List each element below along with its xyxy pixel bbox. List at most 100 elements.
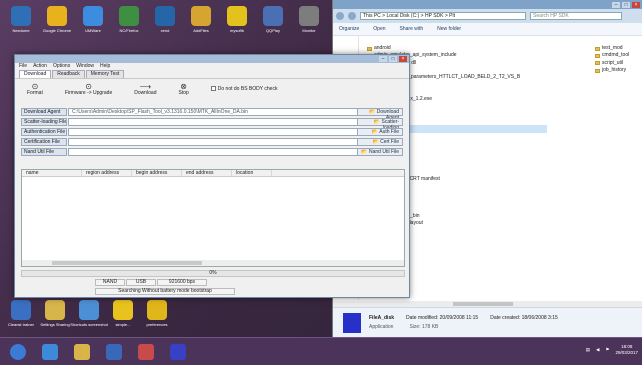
smiley-icon <box>227 6 247 26</box>
field-browse-button[interactable]: 📂 Auth File <box>357 128 403 136</box>
toolbar-label: Stop <box>178 89 189 96</box>
column-header[interactable]: begin address <box>132 170 182 176</box>
start-orb-icon <box>10 343 26 360</box>
field-browse-button[interactable]: 📂 Scatter-loading <box>357 118 403 131</box>
list-item[interactable]: test_mod <box>595 45 641 52</box>
maximize-button[interactable]: □ <box>389 56 397 62</box>
explorer-toolbar-item[interactable]: Organize <box>339 26 359 32</box>
umware-icon <box>83 6 103 26</box>
field-value[interactable] <box>68 138 360 146</box>
scrollbar-thumb[interactable] <box>52 261 202 265</box>
field-browse-button[interactable]: 📂 Download Agent <box>357 108 403 121</box>
file-field-row: Authentication File <box>21 128 360 136</box>
desktop-icon[interactable]: Nexdome <box>2 6 40 48</box>
field-value[interactable] <box>68 118 360 126</box>
menu-item[interactable]: Options <box>53 63 70 70</box>
minimize-button[interactable]: – <box>612 1 620 8</box>
file-name: test_mod <box>602 45 623 51</box>
desktop-icon[interactable]: UMWare <box>74 6 112 48</box>
forward-icon[interactable] <box>348 12 356 20</box>
taskbar-button[interactable] <box>36 340 64 364</box>
column-header[interactable]: end address <box>182 170 232 176</box>
desktop-icon[interactable]: QQPlay <box>254 6 292 48</box>
flag-icon[interactable]: ⚑ <box>605 347 609 353</box>
list-item[interactable]: android <box>367 45 547 52</box>
menu-bar: File Action Options Window Help <box>15 63 409 70</box>
details-pane: FileA_disk Date modified: 20/09/2008 11:… <box>333 307 642 337</box>
desktop-icon[interactable]: NC/Firefox <box>110 6 148 48</box>
field-value[interactable] <box>68 128 360 136</box>
column-header[interactable]: location <box>232 170 272 176</box>
checkbox[interactable] <box>210 85 216 91</box>
file-icon <box>595 46 600 51</box>
toolbar-button[interactable]: ⊙ Firmware -> Upgrade <box>65 82 112 96</box>
desktop-icon[interactable]: preferences <box>138 300 176 342</box>
explorer-toolbar-item[interactable]: New folder <box>437 26 461 32</box>
field-value[interactable]: C:\Users\Admin\Desktop\SP_Flash_Tool_v3.… <box>68 108 360 116</box>
desktop-icon[interactable]: Settings Sharing <box>36 300 74 342</box>
desktop-icon-label: preferences <box>146 322 168 327</box>
taskbar-button[interactable] <box>132 340 160 364</box>
close-button[interactable]: × <box>632 1 640 8</box>
desktop-icon[interactable]: Google Chrome <box>38 6 76 48</box>
address-bar[interactable]: This PC > Local Disk (C:) > HP SDK > Plt <box>360 12 526 20</box>
list-item[interactable]: script_util <box>595 60 641 67</box>
field-value[interactable] <box>68 148 360 156</box>
desktop-icon[interactable]: mysoftb <box>218 6 256 48</box>
scrollbar-thumb[interactable] <box>453 302 513 306</box>
taskbar-button[interactable] <box>4 340 32 364</box>
desktop-icon-label: xend <box>160 28 170 33</box>
list-item[interactable]: job_history <box>595 67 641 74</box>
menu-item[interactable]: Help <box>100 63 110 70</box>
file-field-row: Download Agent C:\Users\Admin\Desktop\SP_… <box>21 108 360 116</box>
desktop-icon[interactable]: Shortcuts screenshot <box>70 300 108 342</box>
volume-icon[interactable]: ◀ <box>596 347 599 353</box>
clock-date: 29/03/2017 <box>615 350 638 355</box>
field-browse-button[interactable]: 📂 Nand Util File <box>357 148 403 156</box>
desktop-icon-label: AddFiles <box>193 28 209 33</box>
details-size: Size: 178 KB <box>409 324 439 330</box>
app-icon <box>155 6 175 26</box>
table-scrollbar[interactable] <box>22 260 404 266</box>
desktop-icon[interactable]: Monitor <box>290 6 328 48</box>
taskbar-button[interactable] <box>100 340 128 364</box>
menu-item[interactable]: Action <box>33 63 47 70</box>
field-label: Certification File <box>21 138 67 146</box>
menu-item[interactable]: Window <box>76 63 94 70</box>
desktop-icon[interactable]: xend <box>146 6 184 48</box>
taskbar-button[interactable] <box>164 340 192 364</box>
tab[interactable]: Readback <box>52 70 85 78</box>
column-header[interactable]: region address <box>82 170 132 176</box>
list-item[interactable]: cmdmd_tool <box>595 52 641 59</box>
toolbar-button[interactable]: ⟶ Download <box>134 82 156 96</box>
back-icon[interactable] <box>336 12 344 20</box>
progress-text: 0% <box>209 270 217 276</box>
explorer-toolbar-item[interactable]: Open <box>373 26 385 32</box>
tab[interactable]: Download <box>19 70 52 78</box>
checkbox-option[interactable]: Do not do BS BODY check <box>210 85 277 92</box>
maximize-button[interactable]: □ <box>622 1 630 8</box>
network-icon[interactable]: ▤ <box>586 347 590 353</box>
desktop-icon[interactable]: simple... <box>104 300 142 342</box>
search-input[interactable]: Search HP SDK <box>530 12 622 20</box>
tab-strip: Download Readback Memory Test <box>15 70 409 78</box>
menu-item[interactable]: File <box>19 63 27 70</box>
flash-tool-title-bar: – □ × <box>15 55 409 63</box>
taskbar-button[interactable] <box>68 340 96 364</box>
minimize-button[interactable]: – <box>379 56 387 62</box>
partition-table: name region address begin address end addre… <box>21 169 405 267</box>
field-browse-button[interactable]: 📂 Cert File <box>357 138 403 146</box>
toolbar-button[interactable]: ⊙ Format <box>27 82 43 96</box>
column-header[interactable]: name <box>22 170 82 176</box>
firefox-icon <box>119 6 139 26</box>
close-button[interactable]: × <box>399 56 407 62</box>
tab[interactable]: Memory Test <box>85 70 125 78</box>
desktop-icon-label: Monitor <box>302 28 316 33</box>
explorer-toolbar-item[interactable]: Share with <box>400 26 424 32</box>
clock[interactable]: 18:08 29/03/2017 <box>615 344 638 356</box>
flash-tool-icon <box>170 343 186 360</box>
toolbar-button[interactable]: ⊗ Stop <box>178 82 188 96</box>
desktop-icon[interactable]: AddFiles <box>182 6 220 48</box>
desktop-icon[interactable]: Cleanst trainer <box>2 300 40 342</box>
explorer-toolbar: Organize Open Share with New folder <box>333 23 642 36</box>
